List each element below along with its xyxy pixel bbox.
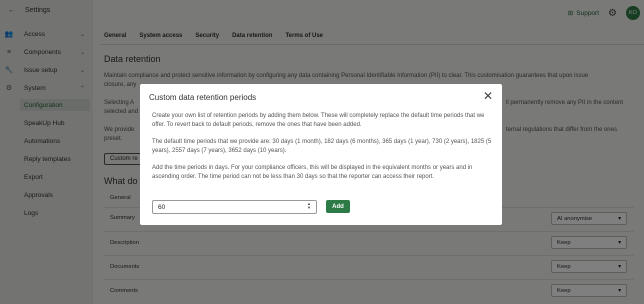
add-button[interactable]: Add [326, 200, 350, 213]
close-icon[interactable]: ✕ [483, 90, 493, 102]
custom-retention-modal: Custom data retention periods ✕ Create y… [140, 84, 502, 225]
modal-paragraph-3: Add the time periods in days. For your c… [152, 165, 473, 180]
modal-title: Custom data retention periods [149, 93, 257, 102]
modal-paragraph-1: Create your own list of retention period… [152, 113, 485, 128]
number-stepper[interactable]: ▲ ▼ [307, 202, 311, 210]
modal-paragraph-2: The default time periods that we provide… [152, 139, 492, 154]
days-input[interactable] [152, 200, 317, 214]
chevron-down-icon[interactable]: ▼ [307, 206, 311, 210]
